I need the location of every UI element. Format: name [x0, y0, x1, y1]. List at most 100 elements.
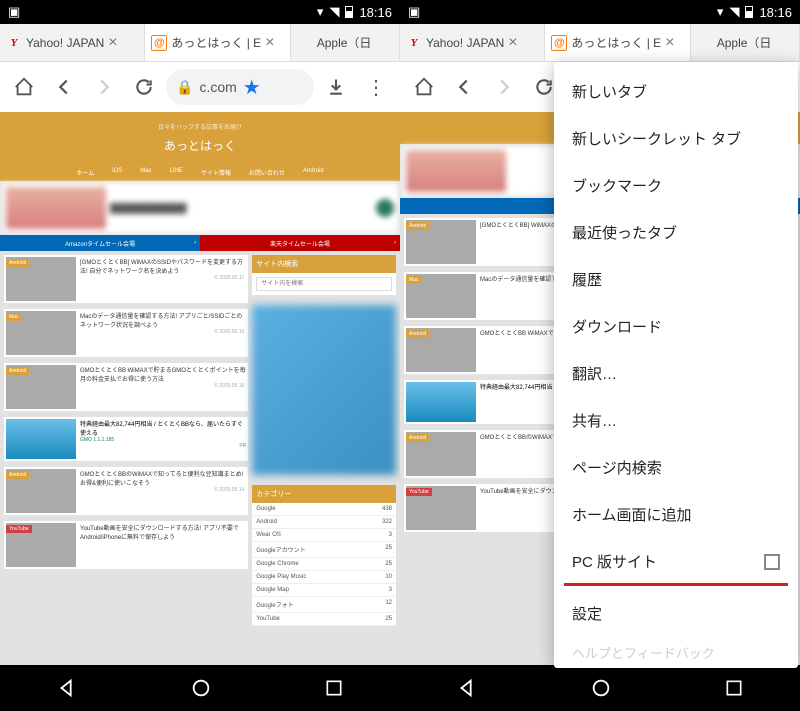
- phone-left: ▣ ▾ ◥ 18:16 Y Yahoo! JAPAN × @ あっとはっく | …: [0, 0, 400, 711]
- menu-add-to-home[interactable]: ホーム画面に追加: [554, 491, 798, 538]
- forward-icon[interactable]: [486, 69, 522, 105]
- signal-icon: ◥: [329, 4, 339, 20]
- star-icon[interactable]: ★: [243, 75, 261, 100]
- status-bar: ▣ ▾ ◥ 18:16: [0, 0, 400, 24]
- menu-find-in-page[interactable]: ページ内検索: [554, 444, 798, 491]
- list-item[interactable]: AndroidGMOとくとくBB WiMAXで貯まるGMOとくとくポイントを毎月…: [4, 363, 248, 411]
- main-column: Android[GMOとくとくBB] WiMAXのSSIDやパスワードを変更する…: [4, 255, 248, 626]
- tab-apple[interactable]: Apple（日: [691, 24, 800, 61]
- system-nav: [400, 665, 800, 711]
- url-text: c.com: [199, 79, 236, 95]
- desktop-site-checkbox[interactable]: [764, 554, 780, 570]
- tab-yahoo[interactable]: Y Yahoo! JAPAN ×: [0, 24, 145, 61]
- list-item[interactable]: MacMacのデータ通信量を確認する方法! アプリごと/SSIDごとのネットワー…: [4, 309, 248, 357]
- menu-desktop-site[interactable]: PC 版サイト: [554, 538, 798, 585]
- page-content: 日々をハックする記事をお届け あっとはっく ホームiOSMacLINEサイト情報…: [0, 112, 400, 665]
- browser-toolbar: 🔒 c.com ★ ⋮: [0, 62, 400, 112]
- battery-icon: [345, 6, 353, 18]
- tab-athack[interactable]: @ あっとはっく | E ×: [545, 24, 690, 61]
- close-icon[interactable]: ×: [265, 34, 274, 52]
- menu-new-tab[interactable]: 新しいタブ: [554, 68, 798, 115]
- clock: 18:16: [759, 5, 792, 20]
- site-nav[interactable]: ホームiOSMacLINEサイト情報お問い合わせAndroid: [0, 164, 400, 181]
- menu-settings[interactable]: 設定: [554, 590, 798, 637]
- notif-icon: ▣: [8, 4, 20, 20]
- clock: 18:16: [359, 5, 392, 20]
- sidebar-ad[interactable]: [252, 305, 396, 475]
- tab-yahoo[interactable]: Y Yahoo! JAPAN ×: [400, 24, 545, 61]
- banner-image: [6, 187, 106, 229]
- menu-history[interactable]: 履歴: [554, 256, 798, 303]
- menu-share[interactable]: 共有…: [554, 397, 798, 444]
- tab-strip: Y Yahoo! JAPAN × @ あっとはっく | E × Apple（日: [0, 24, 400, 62]
- menu-translate[interactable]: 翻訳…: [554, 350, 798, 397]
- sidebar: サイト内検索 カテゴリー Google438Android322Wear OS3…: [252, 255, 396, 626]
- category-row[interactable]: Googleフォト12: [252, 597, 396, 613]
- list-item[interactable]: YouTubeYouTube動画を安全にダウンロードする方法! アプリ不要でAn…: [4, 521, 248, 569]
- reload-icon[interactable]: [126, 69, 162, 105]
- lock-icon: 🔒: [176, 79, 193, 96]
- sale-amazon[interactable]: Amazonタイムセール会場: [0, 235, 200, 251]
- close-icon[interactable]: ×: [508, 34, 517, 52]
- list-item[interactable]: AndroidGMOとくとくBBのWiMAXで知ってると便利な豆知識まとめ! お…: [4, 467, 248, 515]
- category-row[interactable]: Google Play Music10: [252, 571, 396, 584]
- back-softkey[interactable]: [456, 677, 478, 699]
- menu-new-incognito-tab[interactable]: 新しいシークレット タブ: [554, 115, 798, 162]
- banner-badge: [376, 199, 394, 217]
- back-icon[interactable]: [446, 69, 482, 105]
- favicon-apple: [697, 35, 713, 51]
- search-box: サイト内検索: [252, 255, 396, 295]
- favicon-athack: @: [551, 35, 567, 51]
- system-nav: [0, 665, 400, 711]
- category-row[interactable]: Google Chrome25: [252, 558, 396, 571]
- category-box: カテゴリー Google438Android322Wear OS3Googleア…: [252, 485, 396, 626]
- recent-softkey[interactable]: [724, 678, 744, 698]
- menu-icon[interactable]: ⋮: [358, 69, 394, 105]
- notif-icon: ▣: [408, 4, 420, 20]
- favicon-apple: [297, 35, 313, 51]
- category-row[interactable]: Android322: [252, 516, 396, 529]
- menu-downloads[interactable]: ダウンロード: [554, 303, 798, 350]
- forward-icon[interactable]: [86, 69, 122, 105]
- featured-banner[interactable]: ████████████: [2, 183, 398, 233]
- menu-recent-tabs[interactable]: 最近使ったタブ: [554, 209, 798, 256]
- favicon-yahoo: Y: [406, 35, 422, 51]
- list-item[interactable]: Android[GMOとくとくBB] WiMAXのSSIDやパスワードを変更する…: [4, 255, 248, 303]
- menu-bookmarks[interactable]: ブックマーク: [554, 162, 798, 209]
- home-icon[interactable]: [6, 69, 42, 105]
- battery-icon: [745, 6, 753, 18]
- banner-image: [406, 150, 506, 192]
- home-softkey[interactable]: [190, 677, 212, 699]
- phone-right: ▣ ▾ ◥ 18:16 Y Yahoo! JAPAN × @ あっとはっく | …: [400, 0, 800, 711]
- category-row[interactable]: YouTube25: [252, 613, 396, 626]
- tab-apple[interactable]: Apple（日: [291, 24, 400, 61]
- signal-icon: ◥: [729, 4, 739, 20]
- favicon-yahoo: Y: [6, 35, 22, 51]
- search-input[interactable]: [256, 277, 392, 291]
- sale-rakuten[interactable]: 楽天タイムセール会場: [200, 235, 400, 251]
- menu-help[interactable]: ヘルプとフィードバック: [554, 637, 798, 662]
- category-row[interactable]: Google438: [252, 503, 396, 516]
- category-row[interactable]: Googleアカウント25: [252, 542, 396, 558]
- tab-athack[interactable]: @ あっとはっく | E ×: [145, 24, 290, 61]
- download-icon[interactable]: [318, 69, 354, 105]
- favicon-athack: @: [151, 35, 167, 51]
- tab-strip: Y Yahoo! JAPAN × @ あっとはっく | E × Apple（日: [400, 24, 800, 62]
- close-icon[interactable]: ×: [665, 34, 674, 52]
- wifi-icon: ▾: [317, 4, 324, 20]
- back-icon[interactable]: [46, 69, 82, 105]
- home-icon[interactable]: [406, 69, 442, 105]
- category-row[interactable]: Google Map3: [252, 584, 396, 597]
- close-icon[interactable]: ×: [108, 34, 117, 52]
- url-box[interactable]: 🔒 c.com ★: [166, 69, 314, 105]
- category-row[interactable]: Wear OS3: [252, 529, 396, 542]
- recent-softkey[interactable]: [324, 678, 344, 698]
- status-bar: ▣ ▾ ◥ 18:16: [400, 0, 800, 24]
- back-softkey[interactable]: [56, 677, 78, 699]
- wifi-icon: ▾: [717, 4, 724, 20]
- banner-text: ████████████: [110, 187, 372, 229]
- sale-row: Amazonタイムセール会場 楽天タイムセール会場: [0, 235, 400, 251]
- home-softkey[interactable]: [590, 677, 612, 699]
- highlight-underline: [564, 583, 788, 586]
- sponsored-item[interactable]: 特典経由最大82,744円相当 / とくとくBBなら、届いたらすぐ使えるGMO …: [4, 417, 248, 461]
